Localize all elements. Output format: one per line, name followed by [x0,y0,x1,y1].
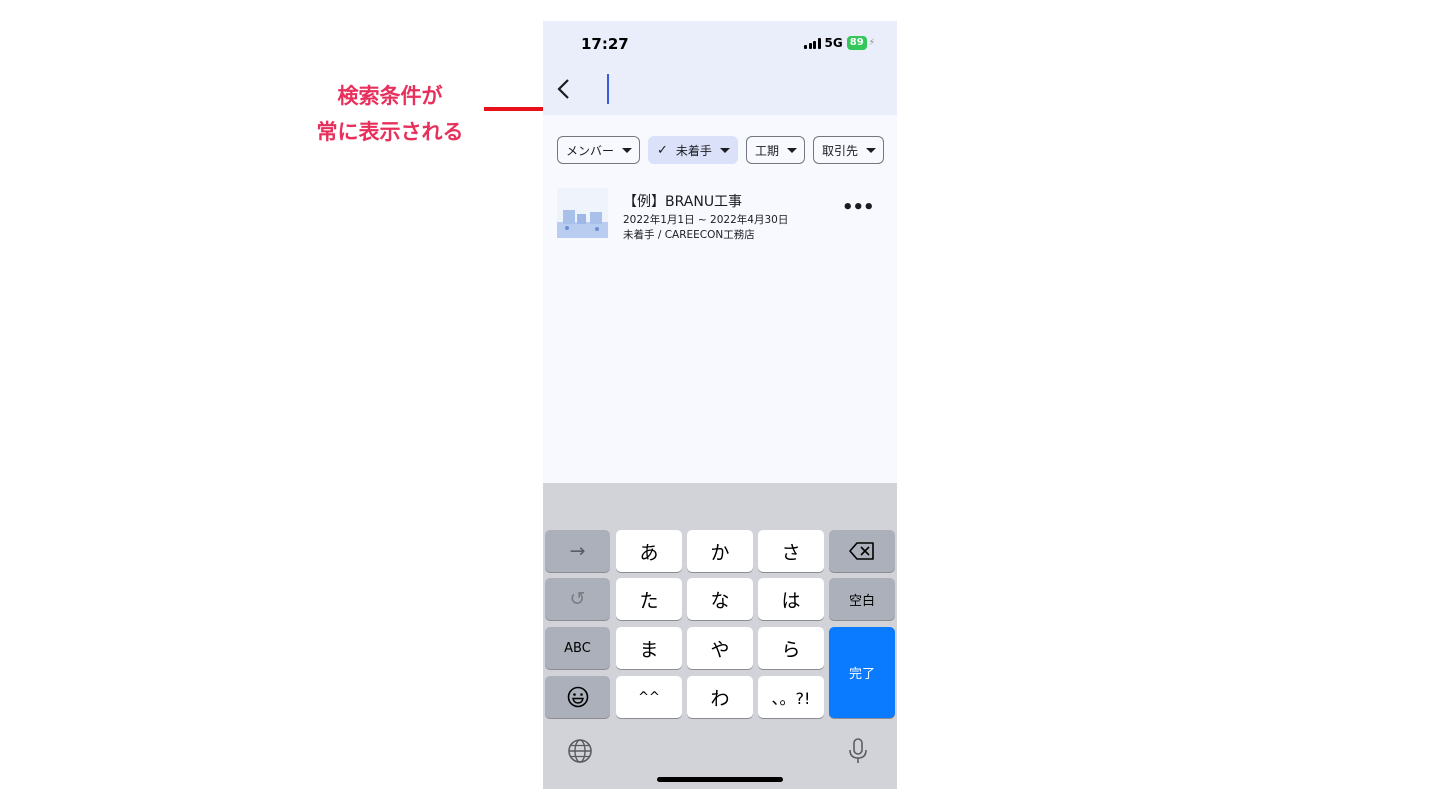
key-delete[interactable] [829,530,895,572]
battery-icon: 89 [846,36,867,50]
backspace-icon [849,542,874,560]
key-abc[interactable]: ABC [545,627,610,669]
project-title: 【例】BRANU工事 [623,194,743,210]
annotation-text: 検索条件が 常に表示される [300,78,480,150]
filter-chip-period[interactable]: 工期 [745,136,805,164]
dropdown-arrow-icon [786,147,797,153]
key-ya[interactable]: や [687,627,753,669]
project-dates: 2022年1月1日 ~ 2022年4月30日 [623,214,789,226]
project-list-item[interactable]: 【例】BRANU工事 2022年1月1日 ~ 2022年4月30日 未着手 / … [543,185,897,243]
key-sa[interactable]: さ [758,530,824,572]
app-bar: 17:27 5G 89 ⚡ [543,21,897,115]
project-thumbnail-image [557,188,608,238]
key-ta[interactable]: た [616,578,682,620]
filter-chips: メンバー ✓ 未着手 工期 取引先 [557,136,884,164]
key-a[interactable]: あ [616,530,682,572]
keyboard: → あ か さ ↺ た な は 空白 ABC ま や ら 完了 ^^ わ 、。?… [543,483,897,789]
text-cursor [607,74,609,104]
key-wa[interactable]: わ [687,676,753,718]
dropdown-arrow-icon [719,147,730,153]
microphone-icon[interactable] [847,737,869,765]
key-emoji[interactable] [545,676,610,718]
phone-screen: 17:27 5G 89 ⚡ メンバー ✓ 未着手 工期 取引先 【例】BRANU… [543,21,897,789]
project-status-client: 未着手 / CAREECON工務店 [623,229,755,241]
charging-bolt-icon: ⚡ [868,38,875,48]
emoji-icon [567,686,588,708]
key-space[interactable]: 空白 [829,578,895,620]
key-na[interactable]: な [687,578,753,620]
filter-chip-label: 工期 [754,143,779,158]
dropdown-arrow-icon [622,147,633,153]
dropdown-arrow-icon [865,147,876,153]
network-type: 5G [824,36,843,50]
key-dakuten[interactable]: ^^ [616,676,682,718]
key-ha[interactable]: は [758,578,824,620]
filter-chip-label: 未着手 [675,143,712,158]
key-ra[interactable]: ら [758,627,824,669]
filter-chip-label: メンバー [566,143,615,158]
home-indicator[interactable] [657,777,783,782]
cellular-signal-icon [804,37,821,49]
key-punctuation[interactable]: 、。?! [758,676,824,718]
key-ka[interactable]: か [687,530,753,572]
more-options-button[interactable]: ••• [842,197,875,218]
annotation-line-1: 検索条件が [337,84,443,108]
back-button[interactable] [553,77,577,101]
key-done[interactable]: 完了 [829,627,895,718]
status-time: 17:27 [581,35,629,53]
filter-chip-member[interactable]: メンバー [557,136,641,164]
filter-chip-client[interactable]: 取引先 [812,136,884,164]
globe-icon[interactable] [567,738,593,764]
search-input[interactable] [605,73,875,105]
filter-chip-label: 取引先 [821,143,858,158]
status-icons: 5G 89 ⚡ [804,36,875,50]
check-icon: ✓ [657,142,668,158]
filter-chip-status[interactable]: ✓ 未着手 [648,136,738,164]
key-next-arrow[interactable]: → [545,530,610,572]
annotation-line-2: 常に表示される [316,120,464,144]
chevron-left-icon [557,79,569,99]
key-undo[interactable]: ↺ [545,578,610,620]
key-ma[interactable]: ま [616,627,682,669]
